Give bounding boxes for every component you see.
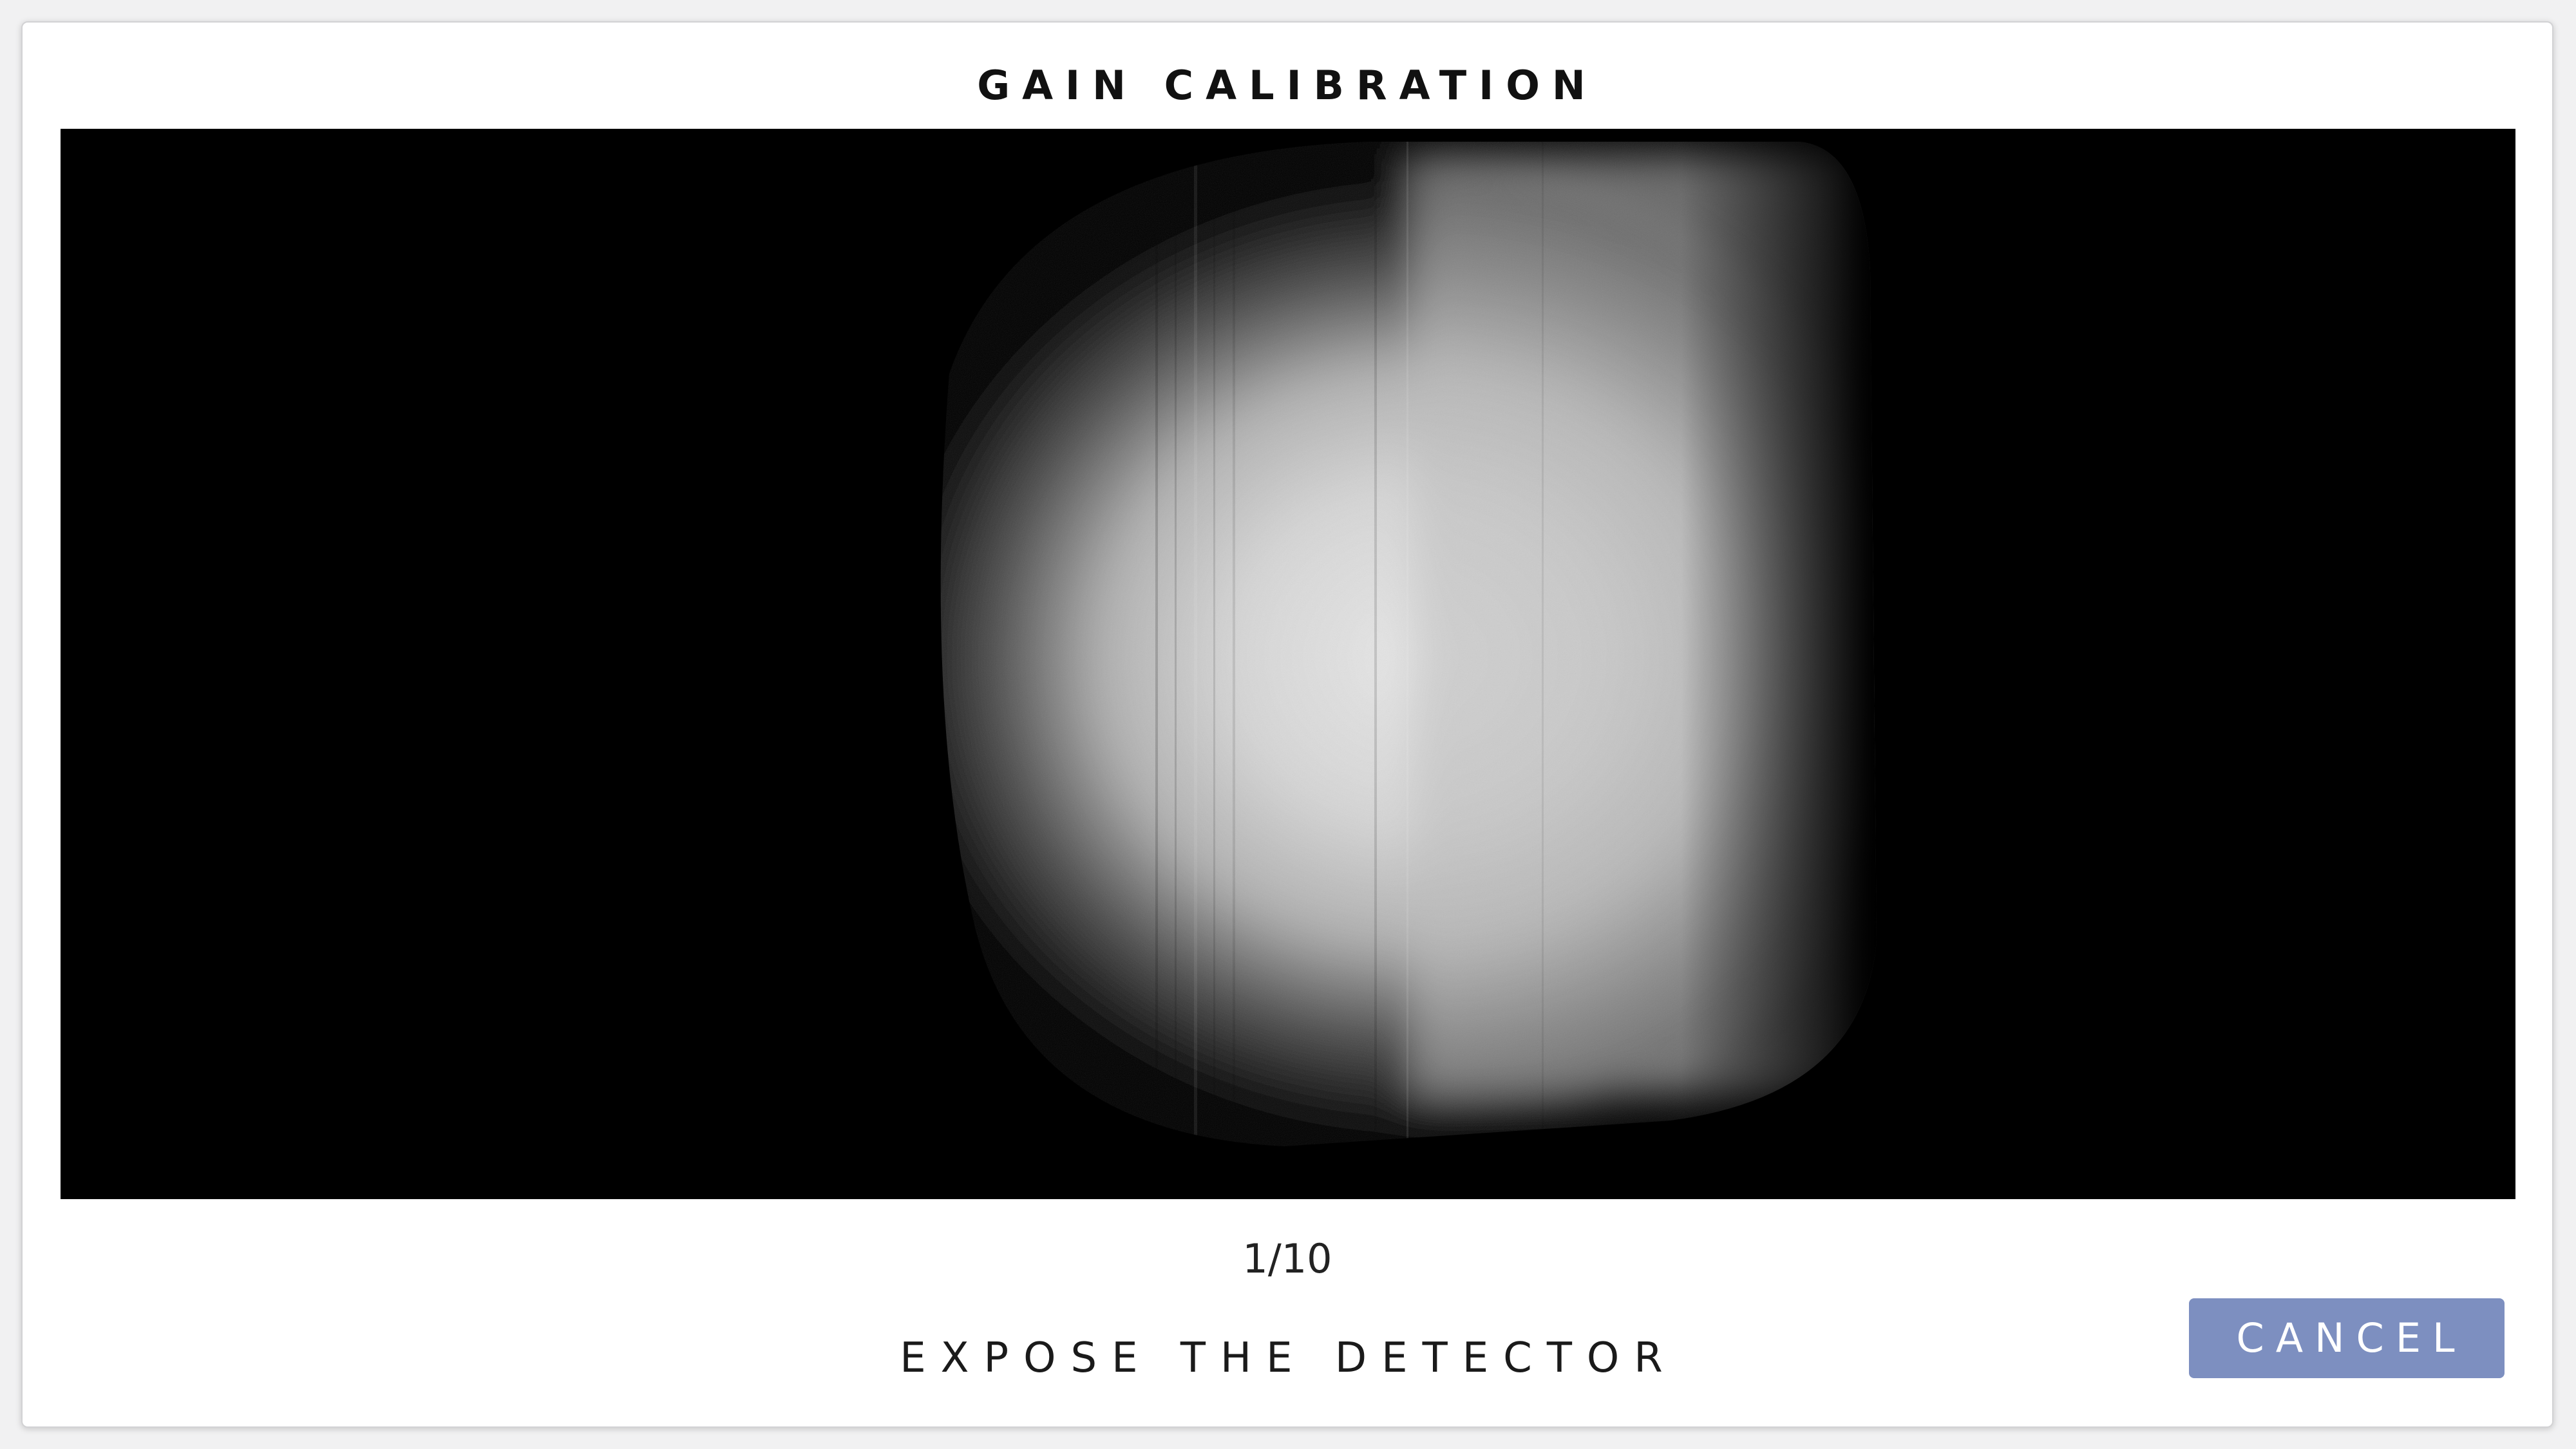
- instruction-text: EXPOSE THE DETECTOR: [900, 1334, 1678, 1382]
- gain-calibration-dialog: GAIN CALIBRATION 1/10 EXPOSE THE DETECTO…: [21, 21, 2553, 1428]
- cancel-button[interactable]: CANCEL: [2189, 1298, 2505, 1378]
- detector-image-preview: [61, 129, 2515, 1199]
- calibration-step-counter: 1/10: [1242, 1235, 1332, 1282]
- detector-image: [61, 129, 2515, 1199]
- dialog-title: GAIN CALIBRATION: [977, 62, 1598, 109]
